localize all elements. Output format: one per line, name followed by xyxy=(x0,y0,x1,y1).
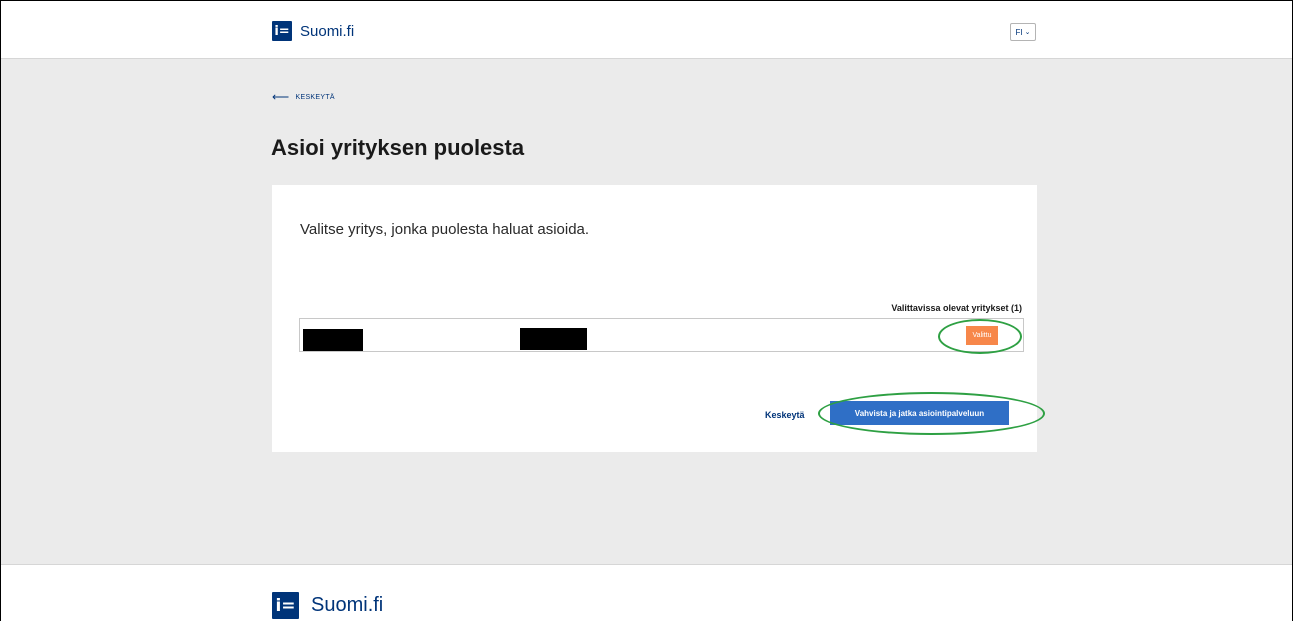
company-selection-card: Valitse yritys, jonka puolesta haluat as… xyxy=(272,185,1045,452)
confirm-continue-button[interactable]: Vahvista ja jatka asiointipalveluun xyxy=(830,401,1009,425)
company-row[interactable]: Valittu xyxy=(299,318,1024,352)
suomi-fi-logo[interactable]: i= Suomi.fi xyxy=(272,21,354,41)
footer-suomi-fi-logo[interactable]: i= Suomi.fi xyxy=(272,592,383,619)
suomi-fi-logo-icon: i= xyxy=(272,592,299,619)
cancel-link[interactable]: Keskeytä xyxy=(765,410,805,420)
site-footer: i= Suomi.fi xyxy=(1,564,1292,622)
select-company-button[interactable]: Valittu xyxy=(966,326,998,345)
main-content: ⟵ KESKEYTÄ Asioi yrityksen puolesta Vali… xyxy=(1,59,1292,564)
language-code: FI xyxy=(1015,27,1023,37)
redacted-company-name xyxy=(303,329,363,351)
back-link-label: KESKEYTÄ xyxy=(295,93,335,101)
chevron-down-icon: ⌄ xyxy=(1024,29,1031,36)
logo-text: Suomi.fi xyxy=(300,22,355,40)
footer-logo-text: Suomi.fi xyxy=(311,594,384,616)
intro-text: Valitse yritys, jonka puolesta haluat as… xyxy=(300,221,590,238)
redacted-business-id xyxy=(520,328,587,350)
back-link[interactable]: ⟵ KESKEYTÄ xyxy=(272,90,335,104)
page-title: Asioi yrityksen puolesta xyxy=(271,135,525,160)
language-selector[interactable]: FI ⌄ xyxy=(1010,23,1036,41)
company-list-heading: Valittavissa olevat yritykset (1) xyxy=(891,303,1022,313)
suomi-fi-logo-icon: i= xyxy=(272,21,292,41)
arrow-left-icon: ⟵ xyxy=(272,90,290,104)
site-header: i= Suomi.fi FI ⌄ xyxy=(1,1,1292,59)
